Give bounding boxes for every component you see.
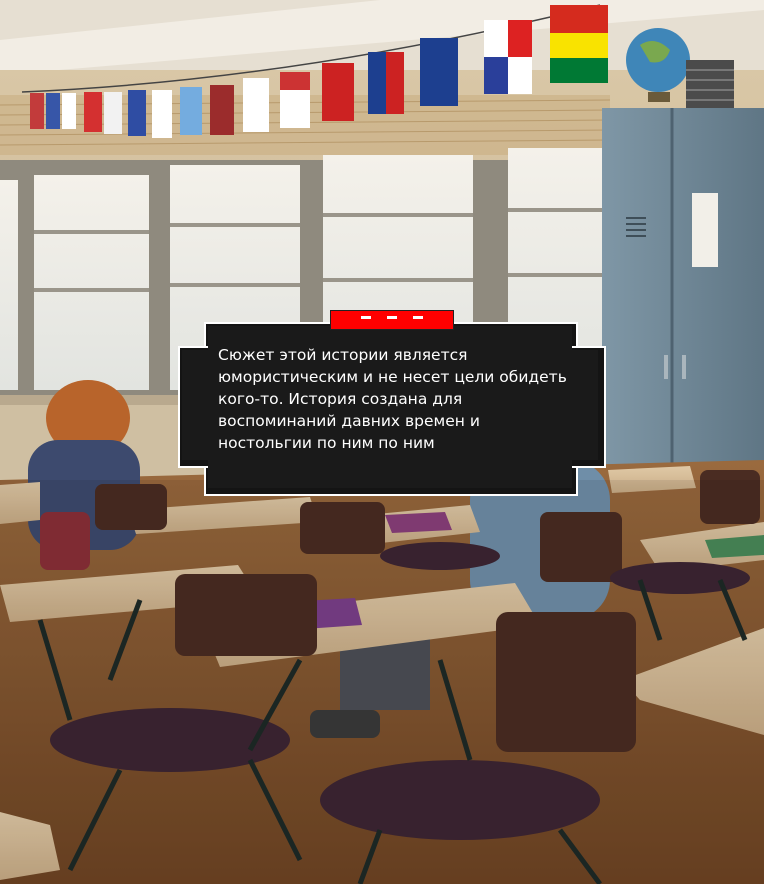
dialog-text: Сюжет этой истории является юмористическ… (218, 346, 567, 452)
name-tab-mark (387, 316, 397, 319)
speaker-name-tab (330, 310, 454, 330)
name-tab-mark (413, 316, 423, 319)
dialog-box[interactable]: Сюжет этой истории является юмористическ… (178, 310, 606, 496)
name-tab-mark (361, 316, 371, 319)
